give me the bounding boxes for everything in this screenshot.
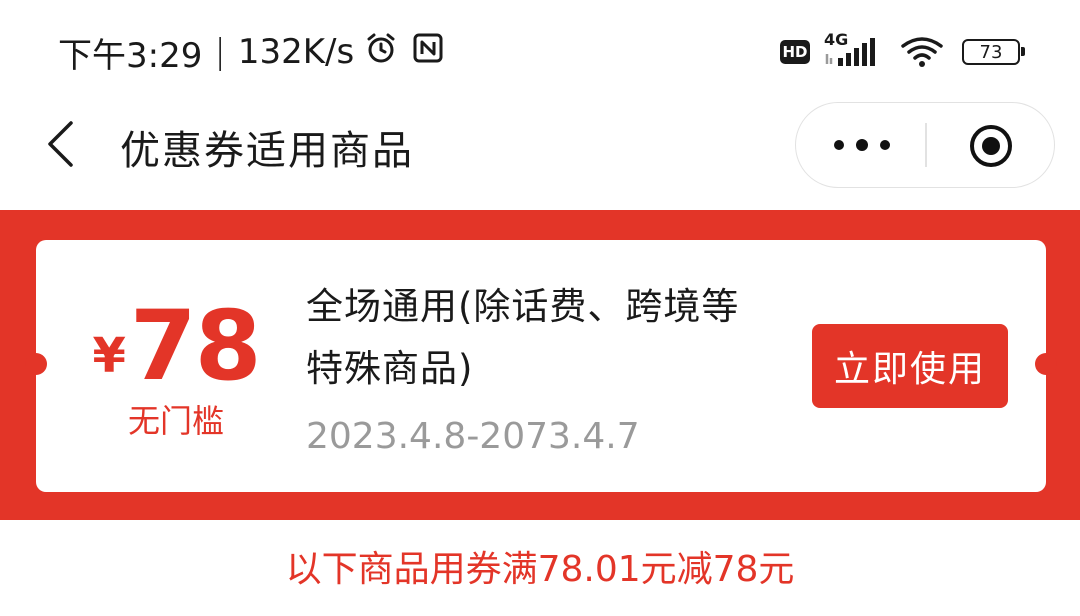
battery-icon: 73 xyxy=(962,39,1025,65)
use-now-button[interactable]: 立即使用 xyxy=(812,324,1008,408)
close-button[interactable] xyxy=(968,123,1014,169)
status-time: 下午3:29 xyxy=(58,35,203,76)
more-button[interactable] xyxy=(834,133,890,157)
coupon-notch-left xyxy=(25,353,47,375)
alarm-icon xyxy=(364,31,398,74)
back-button[interactable] xyxy=(36,120,84,172)
battery-level: 73 xyxy=(979,41,1003,63)
title-bar: 优惠券适用商品 xyxy=(0,100,1080,210)
coupon-amount-block: ¥ 78 无门槛 xyxy=(86,284,266,444)
wifi-icon xyxy=(900,35,944,69)
signal-icon: 4G xyxy=(824,30,884,70)
status-left: 下午3:29 | 132K/s xyxy=(58,30,444,76)
coupon-banner: ¥ 78 无门槛 全场通用(除话费、跨境等特殊商品) 2023.4.8-2073… xyxy=(0,210,1080,520)
coupon-validity: 2023.4.8-2073.4.7 xyxy=(306,416,640,457)
more-icon-dot xyxy=(856,139,868,151)
status-right: HD 4G 73 xyxy=(780,30,1025,72)
nfc-icon xyxy=(412,32,444,73)
coupon-description: 全场通用(除话费、跨境等特殊商品) xyxy=(306,285,740,390)
coupon-amount: 78 xyxy=(129,290,262,402)
coupon-threshold: 无门槛 xyxy=(127,402,224,440)
currency-symbol: ¥ xyxy=(92,328,126,384)
capsule-divider xyxy=(925,123,927,167)
coupon-rule-text: 以下商品用券满78.01元减78元 xyxy=(285,549,795,590)
status-bar: 下午3:29 | 132K/s HD 4G 73 xyxy=(0,0,1080,100)
coupon-card: ¥ 78 无门槛 全场通用(除话费、跨境等特殊商品) 2023.4.8-2073… xyxy=(25,240,1057,492)
back-icon xyxy=(45,120,75,172)
hd-icon: HD xyxy=(780,40,810,64)
more-icon xyxy=(834,140,844,150)
status-separator: | xyxy=(214,32,226,72)
coupon-amount-row: ¥ 78 xyxy=(86,284,266,394)
more-icon-dot xyxy=(880,140,890,150)
close-target-icon xyxy=(970,125,1012,167)
coupon-notch-right xyxy=(1035,353,1057,375)
page-title: 优惠券适用商品 xyxy=(120,128,414,174)
status-net-speed: 132K/s xyxy=(237,32,355,72)
coupon-info: 全场通用(除话费、跨境等特殊商品) 2023.4.8-2073.4.7 xyxy=(306,276,776,457)
mini-program-capsule xyxy=(795,102,1055,188)
